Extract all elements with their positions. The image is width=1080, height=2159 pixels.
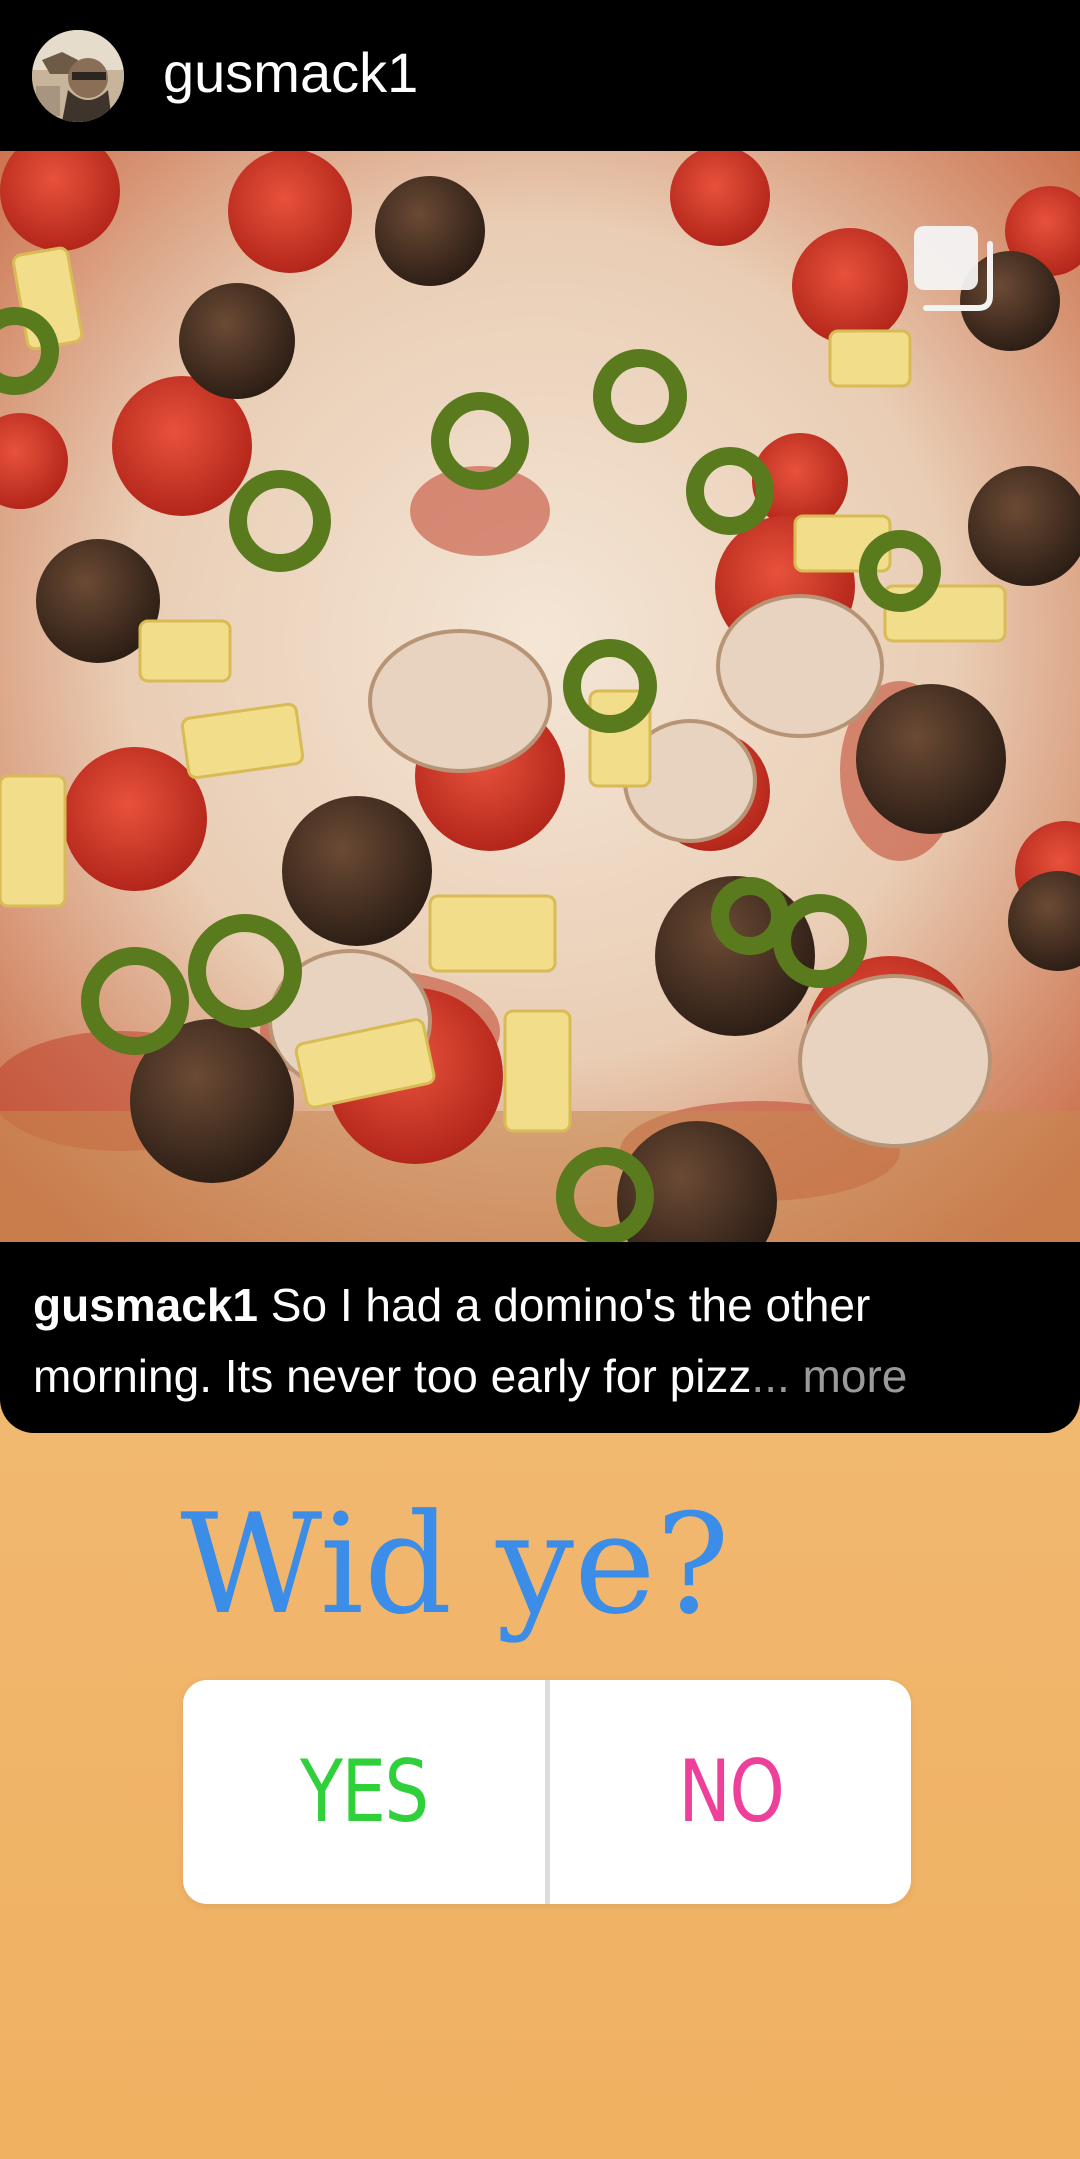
avatar[interactable] — [32, 30, 124, 122]
story-post-card: gusmack1 gusmack1 So I had a domino's th… — [0, 0, 1080, 1433]
caption-more-link[interactable]: more — [790, 1350, 908, 1402]
multiple-photos-icon — [914, 226, 993, 311]
poll-sticker: YES NO — [183, 1680, 911, 1904]
caption-ellipsis: ... — [751, 1350, 790, 1402]
post-photo[interactable] — [0, 151, 1080, 1242]
caption-username[interactable]: gusmack1 — [33, 1279, 258, 1331]
post-caption: gusmack1 So I had a domino's the other m… — [33, 1270, 1053, 1412]
poll-question: Wid ye? — [180, 1484, 730, 1645]
poll-option-no[interactable]: NO — [582, 1680, 878, 1904]
post-username[interactable]: gusmack1 — [163, 40, 418, 106]
avatar-image — [32, 30, 124, 122]
post-header: gusmack1 — [0, 0, 1080, 151]
poll-divider — [544, 1680, 550, 1904]
poll-option-yes[interactable]: YES — [216, 1680, 512, 1904]
